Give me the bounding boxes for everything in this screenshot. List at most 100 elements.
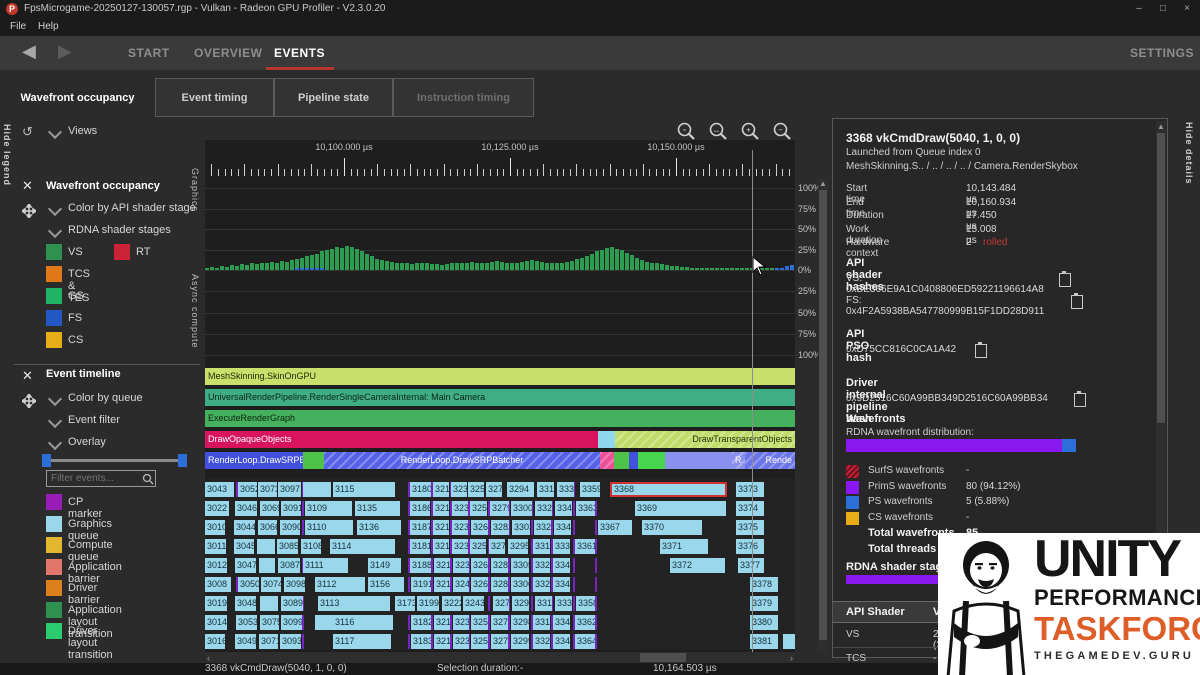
timeline-plot[interactable]: 10,100.000 µs10,125.000 µs10,150.000 µs … [205, 140, 795, 652]
event-box[interactable]: 3182 [411, 615, 431, 630]
views-label[interactable]: Views [68, 125, 97, 137]
event-box[interactable]: 3214 [434, 634, 450, 649]
overlay-slider[interactable] [46, 459, 186, 462]
event-box[interactable]: 3199 [417, 596, 439, 611]
event-box[interactable]: 3217 [434, 558, 450, 573]
event-section-move-icon[interactable] [22, 394, 36, 413]
event-box[interactable]: 3211 [433, 539, 449, 554]
event-box[interactable]: 3099 [281, 615, 302, 630]
event-box[interactable]: 3262 [471, 577, 488, 592]
event-box[interactable]: 3012 [205, 558, 227, 573]
event-box[interactable]: 3303 [512, 520, 530, 535]
event-box[interactable]: 3046 [235, 501, 257, 516]
timeline-segment[interactable] [629, 452, 638, 469]
event-filter-label[interactable]: Event filter [68, 414, 120, 426]
event-box[interactable]: 3299 [511, 634, 529, 649]
event-box[interactable]: 3255 [471, 615, 488, 630]
event-box[interactable]: 3305 [511, 558, 529, 573]
breadcrumb[interactable]: MeshSkinning.S.. / .. / .. / .. / Camera… [846, 161, 1078, 172]
color-by-queue-chevron-down-icon[interactable] [48, 392, 62, 406]
event-box[interactable]: 3222 [442, 596, 461, 611]
timeline-segment[interactable] [303, 452, 324, 469]
event-box[interactable]: 3191 [411, 577, 431, 592]
event-box[interactable]: 3089 [281, 596, 303, 611]
event-box[interactable]: 3066 [258, 520, 277, 535]
event-filter-chevron-down-icon[interactable] [48, 414, 62, 428]
copy-to-clipboard-icon[interactable] [975, 344, 987, 358]
event-box[interactable]: 3377 [738, 558, 764, 573]
timeline-segment[interactable]: UniversalRenderPipeline.RenderSingleCame… [205, 389, 795, 406]
wavefront-section-close-icon[interactable]: ✕ [22, 178, 33, 194]
event-box[interactable]: 3298 [511, 615, 529, 630]
event-box[interactable]: 3326 [533, 558, 550, 573]
event-box[interactable]: 3362 [575, 615, 595, 630]
timeline-segment[interactable]: RenderLoop.DrawSRPBatc [205, 452, 303, 469]
nav-start[interactable]: START [128, 46, 170, 60]
event-box[interactable]: 3273 [486, 482, 502, 497]
event-box[interactable]: 3252 [468, 482, 484, 497]
event-box[interactable]: 3049 [235, 634, 256, 649]
event-box[interactable]: 3117 [333, 634, 391, 649]
event-box[interactable]: 3011 [205, 539, 226, 554]
event-box[interactable]: 3022 [205, 501, 229, 516]
event-box[interactable]: 3347 [553, 558, 570, 573]
event-box[interactable]: 3014 [205, 615, 227, 630]
event-box[interactable]: 3075 [260, 615, 279, 630]
views-chevron-down-icon[interactable] [48, 125, 62, 139]
back-arrow-icon[interactable]: ◀ [22, 41, 36, 62]
event-box[interactable]: 3097 [278, 482, 301, 497]
event-box[interactable]: 3173 [395, 596, 415, 611]
event-box[interactable]: 3235 [453, 634, 469, 649]
event-box[interactable]: 3358 [576, 596, 595, 611]
occupancy-scrollbar-thumb[interactable] [819, 190, 827, 640]
slider-handle-right[interactable] [178, 454, 187, 467]
event-box[interactable] [257, 539, 275, 554]
event-box[interactable]: 3243 [463, 596, 484, 611]
event-box[interactable]: 3186 [410, 501, 430, 516]
minimize-icon[interactable]: – [1132, 2, 1146, 16]
event-box[interactable]: 3136 [357, 520, 401, 535]
event-box[interactable]: 3336 [555, 596, 572, 611]
event-box[interactable]: 3071 [259, 634, 278, 649]
event-box[interactable]: 3364 [575, 634, 595, 649]
nav-settings[interactable]: SETTINGS [1130, 46, 1194, 60]
event-box[interactable]: 3010 [205, 520, 225, 535]
event-box[interactable]: 3376 [736, 539, 764, 554]
hide-legend-label[interactable]: Hide legend [2, 124, 12, 186]
timeline-segment[interactable]: DrawOpaqueObjects [205, 431, 598, 448]
event-section-close-icon[interactable]: ✕ [22, 368, 33, 384]
event-box[interactable]: 3342 [555, 501, 572, 516]
event-box[interactable]: 3053 [236, 615, 257, 630]
event-box[interactable]: 3257 [470, 501, 487, 516]
event-box[interactable]: 3113 [318, 596, 390, 611]
color-by-stage-label[interactable]: Color by API shader stage [68, 202, 196, 214]
event-box[interactable]: 3270 [493, 596, 509, 611]
event-box[interactable]: 3183 [411, 634, 431, 649]
copy-to-clipboard-icon[interactable] [1071, 295, 1083, 309]
event-box[interactable]: 3371 [660, 539, 708, 554]
timeline-segment[interactable]: ExecuteRenderGraph [205, 410, 795, 427]
timeline-segment[interactable] [598, 431, 615, 448]
event-box[interactable]: 3378 [750, 577, 778, 592]
event-box[interactable]: 3381 [750, 634, 778, 649]
event-box[interactable]: 3045 [234, 539, 254, 554]
event-box[interactable]: 3008 [205, 577, 231, 592]
event-box[interactable]: 3380 [750, 615, 778, 630]
event-box[interactable]: 3240 [453, 577, 469, 592]
event-box[interactable]: 3231 [451, 482, 467, 497]
event-box[interactable]: 3340 [553, 615, 570, 630]
event-box[interactable]: 3044 [234, 520, 255, 535]
event-box[interactable]: 3253 [470, 539, 486, 554]
color-by-stage-chevron-down-icon[interactable] [48, 202, 62, 216]
event-box[interactable]: 3090 [280, 520, 300, 535]
event-box[interactable]: 3085 [277, 539, 298, 554]
details-scroll-up-icon[interactable]: ▲ [1156, 122, 1166, 131]
event-box[interactable]: 3181 [410, 539, 430, 554]
event-box[interactable]: 3234 [453, 615, 469, 630]
event-box[interactable]: 3370 [642, 520, 702, 535]
timeline-segment[interactable] [665, 452, 732, 469]
color-by-queue-label[interactable]: Color by queue [68, 392, 143, 404]
timeline-segment[interactable]: R [732, 452, 745, 469]
event-box[interactable]: 3292 [512, 596, 529, 611]
copy-to-clipboard-icon[interactable] [1059, 273, 1071, 287]
